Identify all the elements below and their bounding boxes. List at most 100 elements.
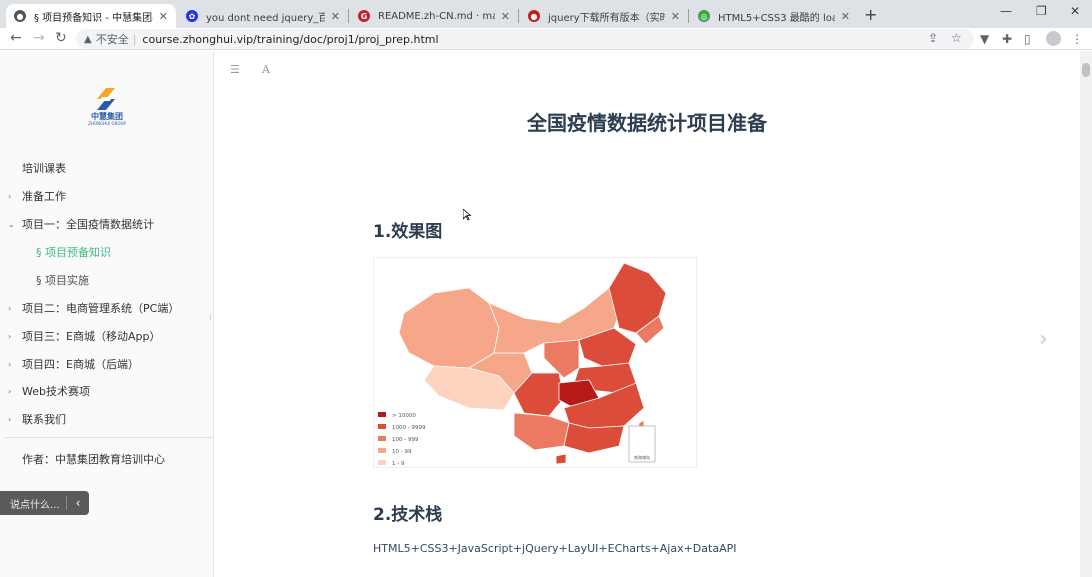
- chevron-right-icon: ›: [8, 303, 12, 313]
- legend-label: 100 - 999: [392, 437, 419, 443]
- author-credit: 作者：中慧集团教育培训中心: [22, 453, 165, 466]
- bookmark-star-icon[interactable]: ☆: [951, 31, 962, 45]
- tab-project-prep[interactable]: ● § 项目预备知识 - 中慧集团暑假 ✕: [6, 4, 176, 28]
- sidebar-item-label: 项目一：全国疫情数据统计: [22, 218, 154, 231]
- legend-swatch: [378, 436, 386, 441]
- sidebar-item-project2[interactable]: › 项目二：电商管理系统（PC端）: [0, 298, 213, 318]
- tab-baidu-search[interactable]: ✿ you dont need jquery_百度搜 ✕: [178, 4, 348, 28]
- sidebar-item-contact[interactable]: › 联系我们: [0, 409, 213, 429]
- tab-title: you dont need jquery_百度搜: [206, 12, 325, 24]
- section-heading-tech-stack: 2.技术栈: [373, 505, 443, 525]
- sidebar-item-project3[interactable]: › 项目三：E商城（移动App）: [0, 326, 213, 346]
- sidebar-item-schedule[interactable]: 培训课表: [0, 158, 213, 178]
- legend-label: > 10000: [392, 413, 416, 419]
- tab-jquery-download[interactable]: ● jquery下载所有版本（实时更新 ✕: [520, 4, 688, 28]
- sidebar-item-project1[interactable]: ⌄ 项目一：全国疫情数据统计: [0, 214, 213, 234]
- site-icon: ◎: [698, 10, 710, 22]
- back-icon[interactable]: ←: [10, 30, 22, 46]
- sidebar: 中慧集团 ZHONGHUI GROUP 培训课表 › 准备工作 ⌄ 项目一：全国…: [0, 51, 214, 577]
- zhonghui-logo-icon: [97, 88, 115, 110]
- sidebar-item-label: § 项目实施: [36, 274, 89, 287]
- share-icon[interactable]: ⇪: [928, 31, 938, 45]
- map-inset-label: 南海诸岛: [634, 454, 650, 460]
- restore-icon[interactable]: ❐: [1036, 4, 1047, 18]
- sidebar-item-label: 项目三：E商城（移动App）: [22, 330, 161, 343]
- next-page-arrow-icon[interactable]: ›: [1039, 327, 1048, 352]
- legend-label: 1 - 9: [392, 461, 405, 467]
- warning-icon[interactable]: ▲: [84, 34, 92, 45]
- url-text[interactable]: course.zhonghui.vip/training/doc/proj1/p…: [142, 33, 438, 46]
- legend-label: 10 - 99: [392, 449, 412, 455]
- tab-loading[interactable]: ◎ HTML5+CSS3 最酷的 loading ✕: [690, 4, 858, 28]
- chevron-left-icon[interactable]: ‹: [67, 496, 89, 510]
- legend-swatch: [378, 448, 386, 453]
- minimize-icon[interactable]: —: [1000, 4, 1012, 18]
- chevron-down-icon: ⌄: [8, 219, 15, 229]
- globe-icon: ●: [14, 10, 26, 22]
- close-icon[interactable]: ✕: [331, 10, 340, 23]
- close-icon[interactable]: ✕: [671, 10, 680, 23]
- scrollbar-thumb[interactable]: [1082, 63, 1090, 77]
- window-close-icon[interactable]: ✕: [1070, 4, 1080, 18]
- sidebar-item-label: § 项目预备知识: [36, 246, 111, 259]
- sidebar-item-project-prep[interactable]: § 项目预备知识: [0, 242, 213, 262]
- tab-strip: ● § 项目预备知识 - 中慧集团暑假 ✕ ✿ you dont need jq…: [0, 0, 1092, 28]
- legend-swatch: [378, 412, 386, 417]
- sidebar-item-label: Web技术赛项: [22, 385, 90, 398]
- china-epidemic-map-image: 南海诸岛 > 10000 1000 - 9999 100 - 999 10 - …: [373, 257, 697, 468]
- mouse-cursor-icon: [463, 209, 471, 221]
- logo: 中慧集团 ZHONGHUI GROUP: [84, 87, 130, 129]
- close-icon[interactable]: ✕: [501, 10, 510, 23]
- comment-input[interactable]: 说点什么...: [0, 496, 66, 511]
- tab-divider: [518, 9, 519, 23]
- font-size-icon[interactable]: A: [262, 63, 270, 76]
- tab-title: jquery下载所有版本（实时更新: [548, 12, 665, 24]
- section-heading-preview: 1.效果图: [373, 222, 443, 242]
- tech-stack-text: HTML5+CSS3+JavaScript+jQuery+LayUI+EChar…: [373, 542, 737, 555]
- comment-widget[interactable]: 说点什么... ‹: [0, 491, 89, 515]
- profile-avatar[interactable]: [1046, 31, 1061, 46]
- reload-icon[interactable]: ↻: [55, 30, 67, 46]
- browser-toolbar: ← → ↻ ▲ 不安全 | course.zhonghui.vip/traini…: [0, 28, 1092, 50]
- logo-subtext: ZHONGHUI GROUP: [88, 121, 126, 126]
- china-map-drawing: 南海诸岛 > 10000 1000 - 9999 100 - 999 10 - …: [378, 262, 667, 467]
- puzzle-extensions-icon[interactable]: ✚: [1002, 32, 1012, 46]
- sidebar-item-preparation[interactable]: › 准备工作: [0, 186, 213, 206]
- sidebar-item-label: 联系我们: [22, 413, 66, 426]
- sidebar-item-label: 项目四：E商城（后端）: [22, 358, 139, 371]
- baidu-paw-icon: ✿: [186, 10, 198, 22]
- address-bar[interactable]: ▲ 不安全 | course.zhonghui.vip/training/doc…: [76, 29, 974, 49]
- tab-readme[interactable]: G README.zh-CN.md · master ✕: [350, 4, 518, 28]
- forward-icon[interactable]: →: [33, 30, 45, 46]
- sidebar-item-web-contest[interactable]: › Web技术赛项: [0, 381, 213, 401]
- tab-title: HTML5+CSS3 最酷的 loading: [718, 12, 835, 24]
- tab-title: README.zh-CN.md · master: [378, 10, 495, 22]
- tab-divider: [348, 9, 349, 23]
- page-scrollbar[interactable]: [1080, 51, 1092, 577]
- sidebar-item-label: 培训课表: [22, 162, 66, 175]
- download-site-icon: ●: [528, 10, 540, 22]
- legend-swatch: [378, 460, 386, 465]
- sidebar-resize-handle[interactable]: ⁞: [209, 313, 212, 322]
- close-icon[interactable]: ✕: [159, 10, 168, 23]
- chevron-right-icon: ›: [8, 359, 12, 369]
- legend-swatch: [378, 424, 386, 429]
- tab-title: § 项目预备知识 - 中慧集团暑假: [34, 12, 153, 24]
- main-content: ☰ A 全国疫情数据统计项目准备 1.效果图 南海诸岛 > 10000 1000…: [214, 51, 1080, 577]
- close-icon[interactable]: ✕: [841, 10, 850, 23]
- address-divider: |: [132, 32, 137, 46]
- legend-label: 1000 - 9999: [392, 425, 426, 431]
- chevron-right-icon: ›: [8, 414, 12, 424]
- extension-filter-icon[interactable]: ▼: [980, 32, 989, 46]
- side-panel-icon[interactable]: ▯: [1024, 32, 1031, 46]
- sidebar-item-label: 准备工作: [22, 190, 66, 203]
- page-title: 全国疫情数据统计项目准备: [527, 111, 767, 135]
- sidebar-item-label: 项目二：电商管理系统（PC端）: [22, 302, 180, 315]
- sidebar-item-project-impl[interactable]: § 项目实施: [0, 270, 213, 290]
- sidebar-item-project4[interactable]: › 项目四：E商城（后端）: [0, 354, 213, 374]
- menu-kebab-icon[interactable]: ⋮: [1071, 32, 1083, 46]
- new-tab-icon[interactable]: +: [864, 5, 877, 24]
- security-label[interactable]: 不安全: [96, 31, 129, 47]
- tab-divider: [688, 9, 689, 23]
- menu-toggle-icon[interactable]: ☰: [230, 63, 240, 76]
